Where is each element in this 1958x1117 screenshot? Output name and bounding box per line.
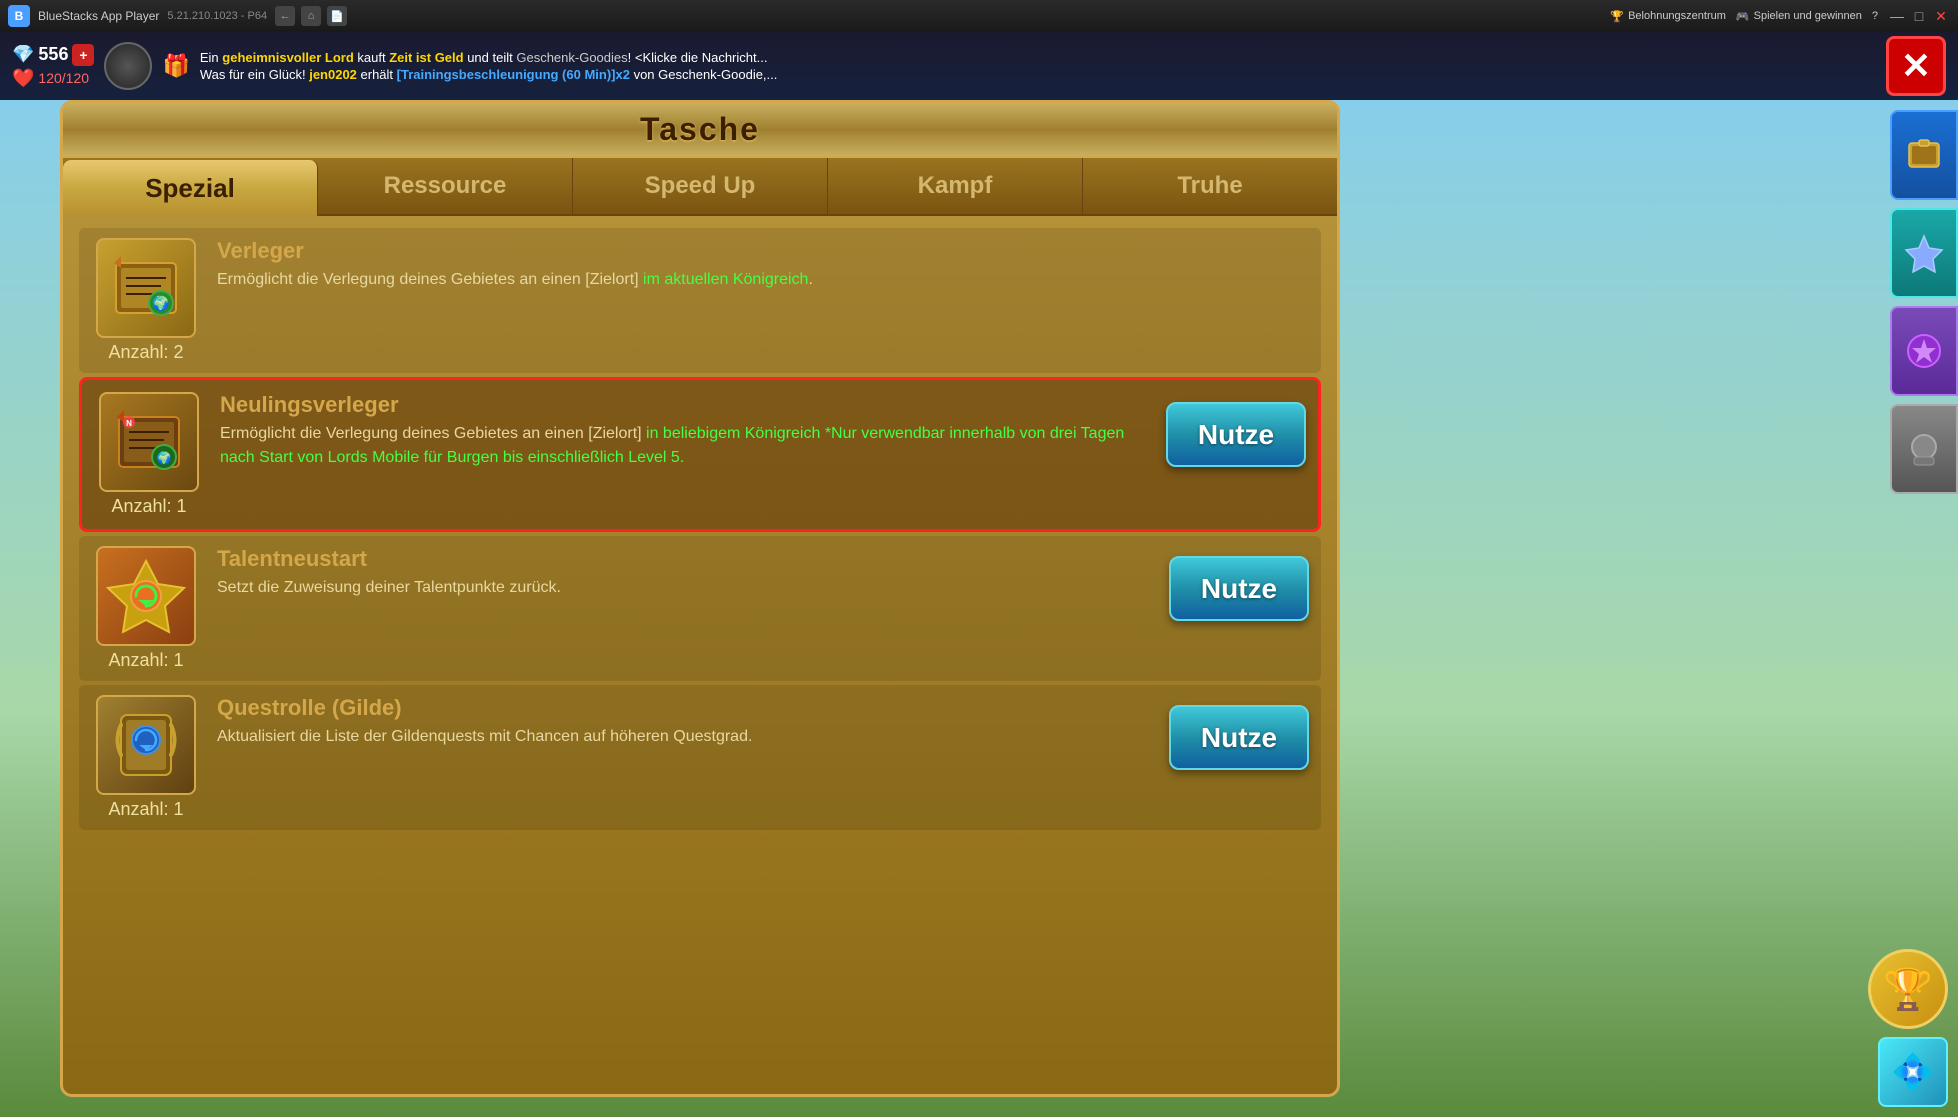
sidebar-button-1[interactable] <box>1890 110 1958 200</box>
talentneustart-icon <box>96 546 196 646</box>
titlebar: B BlueStacks App Player 5.21.210.1023 - … <box>0 0 1958 32</box>
window-controls: — □ ✕ <box>1888 7 1950 25</box>
questrolle-icon <box>96 695 196 795</box>
notif-line2: Was für ein Glück! jen0202 erhält [Train… <box>200 67 1876 82</box>
panel-title: Tasche <box>640 111 760 148</box>
verleger-info: Verleger Ermöglicht die Verlegung deines… <box>217 238 1309 292</box>
verleger-name: Verleger <box>217 238 1309 264</box>
nutze-button-talent[interactable]: Nutze <box>1169 556 1309 621</box>
heart-icon: ❤️ <box>12 68 34 89</box>
nutze-button-neuling[interactable]: Nutze <box>1166 402 1306 467</box>
item-talentneustart: Anzahl: 1 Talentneustart Setzt die Zuwei… <box>79 536 1321 681</box>
questrolle-action: Nutze <box>1169 695 1309 770</box>
sidebar-button-2[interactable] <box>1890 208 1958 298</box>
neulingsverleger-icon: 🌍 N <box>99 392 199 492</box>
titlebar-left: B BlueStacks App Player 5.21.210.1023 - … <box>8 5 347 27</box>
add-gem-button[interactable]: + <box>72 44 94 66</box>
questrolle-icon-container: Anzahl: 1 <box>91 695 201 820</box>
nav-home-button[interactable]: ⌂ <box>301 6 321 26</box>
maximize-button[interactable]: □ <box>1910 7 1928 25</box>
notif-line1: Ein geheimnisvoller Lord kauft Zeit ist … <box>200 50 1876 65</box>
neuling-row-content: 🌍 N Anzahl: 1 Neulingsverleger Ermöglich… <box>94 392 1306 517</box>
tab-truhe[interactable]: Truhe <box>1083 158 1337 214</box>
items-list: 🌍 Anzahl: 2 Verleger Ermöglicht die Verl… <box>63 216 1337 1092</box>
verleger-icon-container: 🌍 Anzahl: 2 <box>91 238 201 363</box>
game-area: Tasche Spezial Ressource Speed Up Kampf … <box>0 100 1958 1117</box>
notification-text[interactable]: Ein geheimnisvoller Lord kauft Zeit ist … <box>200 50 1876 82</box>
verleger-count: Anzahl: 2 <box>108 342 183 363</box>
item-questrolle: Anzahl: 1 Questrolle (Gilde) Aktualisier… <box>79 685 1321 830</box>
sidebar-button-3[interactable] <box>1890 306 1958 396</box>
hp-value: 120/120 <box>38 70 89 86</box>
minimize-button[interactable]: — <box>1888 7 1906 25</box>
hp-row2: ❤️ 120/120 <box>12 68 94 89</box>
neulingsverleger-desc: Ermöglicht die Verlegung deines Gebietes… <box>220 422 1150 470</box>
bluestacks-logo: B <box>8 5 30 27</box>
titlebar-right: 🏆 Belohnungszentrum 🎮 Spielen und gewinn… <box>1610 7 1950 25</box>
svg-text:🌍: 🌍 <box>157 451 172 465</box>
svg-text:N: N <box>126 419 132 428</box>
neulingsverleger-action: Nutze <box>1166 392 1306 467</box>
sidebar-button-4[interactable] <box>1890 404 1958 494</box>
talentneustart-info: Talentneustart Setzt die Zuweisung deine… <box>217 546 1153 600</box>
tab-spezial[interactable]: Spezial <box>63 160 318 216</box>
questrolle-count: Anzahl: 1 <box>108 799 183 820</box>
help-menu[interactable]: ? <box>1872 10 1878 22</box>
notif-close-button[interactable]: ✕ <box>1886 36 1946 96</box>
app-name: BlueStacks App Player <box>38 9 159 23</box>
avatar <box>104 42 152 90</box>
verleger-desc: Ermöglicht die Verlegung deines Gebietes… <box>217 268 1309 292</box>
item-neulingsverleger: 🌍 N Anzahl: 1 Neulingsverleger Ermöglich… <box>79 377 1321 532</box>
tab-speedup[interactable]: Speed Up <box>573 158 828 214</box>
talentneustart-icon-container: Anzahl: 1 <box>91 546 201 671</box>
main-panel: Tasche Spezial Ressource Speed Up Kampf … <box>60 100 1340 1097</box>
nav-bookmark-button[interactable]: 📄 <box>327 6 347 26</box>
verleger-icon: 🌍 <box>96 238 196 338</box>
questrolle-name: Questrolle (Gilde) <box>217 695 1153 721</box>
questrolle-info: Questrolle (Gilde) Aktualisiert die List… <box>217 695 1153 749</box>
tab-kampf[interactable]: Kampf <box>828 158 1083 214</box>
panel-title-bar: Tasche <box>63 103 1337 158</box>
gem-count: 556 <box>38 44 68 65</box>
play-win-menu[interactable]: 🎮 Spielen und gewinnen <box>1736 10 1862 23</box>
right-sidebar <box>1878 100 1958 1117</box>
neulingsverleger-count: Anzahl: 1 <box>111 496 186 517</box>
neulingsverleger-icon-container: 🌍 N Anzahl: 1 <box>94 392 204 517</box>
questrolle-desc: Aktualisiert die Liste der Gildenquests … <box>217 725 1153 749</box>
talentneustart-name: Talentneustart <box>217 546 1153 572</box>
hp-display: 💎 556 + ❤️ 120/120 <box>12 44 94 89</box>
talentneustart-desc: Setzt die Zuweisung deiner Talentpunkte … <box>217 576 1153 600</box>
notification-bar: 💎 556 + ❤️ 120/120 🎁 Ein geheimnisvoller… <box>0 32 1958 100</box>
reward-center-menu[interactable]: 🏆 Belohnungszentrum <box>1610 10 1726 23</box>
item-verleger: 🌍 Anzahl: 2 Verleger Ermöglicht die Verl… <box>79 228 1321 373</box>
hp-row1: 💎 556 + <box>12 44 94 66</box>
tabs-bar: Spezial Ressource Speed Up Kampf Truhe <box>63 158 1337 216</box>
nav-back-button[interactable]: ← <box>275 6 295 26</box>
talentneustart-count: Anzahl: 1 <box>108 650 183 671</box>
tab-ressource[interactable]: Ressource <box>318 158 573 214</box>
neulingsverleger-info: Neulingsverleger Ermöglicht die Verlegun… <box>220 392 1150 470</box>
svg-text:🌍: 🌍 <box>152 295 169 312</box>
neulingsverleger-name: Neulingsverleger <box>220 392 1150 418</box>
app-version: 5.21.210.1023 - P64 <box>167 10 267 22</box>
talentneustart-action: Nutze <box>1169 546 1309 621</box>
nutze-button-quest[interactable]: Nutze <box>1169 705 1309 770</box>
gift-icon: 🎁 <box>162 53 189 79</box>
titlebar-nav: ← ⌂ 📄 <box>275 6 347 26</box>
close-button[interactable]: ✕ <box>1932 7 1950 25</box>
gem-icon: 💎 <box>12 44 34 65</box>
